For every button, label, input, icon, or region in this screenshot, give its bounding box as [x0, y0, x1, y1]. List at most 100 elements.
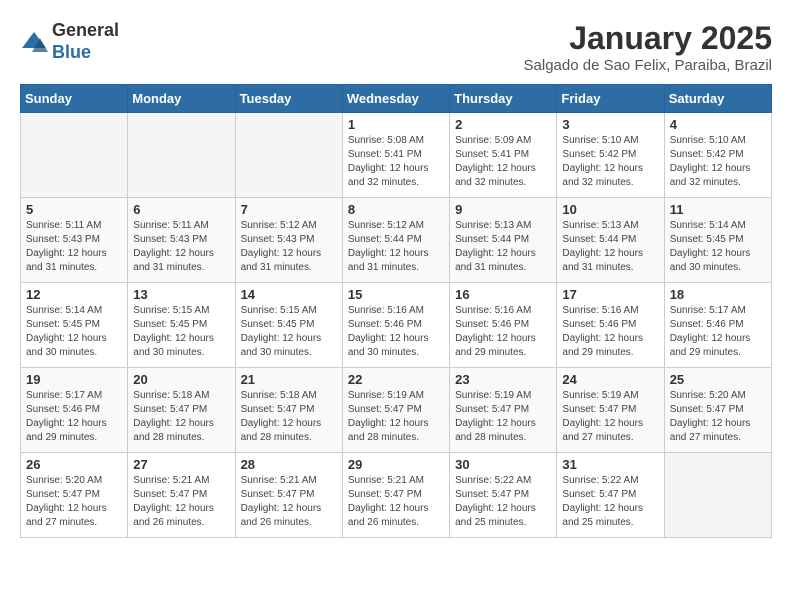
weekday-header-thursday: Thursday: [450, 85, 557, 113]
calendar-cell: [21, 113, 128, 198]
calendar-cell: 4 Sunrise: 5:10 AM Sunset: 5:42 PM Daylig…: [664, 113, 771, 198]
day-number: 20: [133, 372, 229, 387]
location-subtitle: Salgado de Sao Felix, Paraiba, Brazil: [524, 57, 772, 74]
weekday-header-saturday: Saturday: [664, 85, 771, 113]
day-number: 25: [670, 372, 766, 387]
logo-icon: [20, 28, 48, 56]
day-info: Sunrise: 5:16 AM Sunset: 5:46 PM Dayligh…: [455, 304, 551, 360]
day-number: 10: [562, 202, 658, 217]
day-info: Sunrise: 5:10 AM Sunset: 5:42 PM Dayligh…: [562, 134, 658, 190]
day-number: 19: [26, 372, 122, 387]
day-number: 26: [26, 457, 122, 472]
calendar-cell: 22 Sunrise: 5:19 AM Sunset: 5:47 PM Dayli…: [342, 368, 449, 453]
day-info: Sunrise: 5:14 AM Sunset: 5:45 PM Dayligh…: [26, 304, 122, 360]
month-year-title: January 2025: [524, 20, 772, 57]
day-info: Sunrise: 5:14 AM Sunset: 5:45 PM Dayligh…: [670, 219, 766, 275]
day-info: Sunrise: 5:20 AM Sunset: 5:47 PM Dayligh…: [670, 389, 766, 445]
calendar-cell: 19 Sunrise: 5:17 AM Sunset: 5:46 PM Dayli…: [21, 368, 128, 453]
day-info: Sunrise: 5:18 AM Sunset: 5:47 PM Dayligh…: [133, 389, 229, 445]
calendar-cell: 5Sunrise: 5:11 AM Sunset: 5:43 PM Daylig…: [21, 198, 128, 283]
calendar-week-row: 12 Sunrise: 5:14 AM Sunset: 5:45 PM Dayli…: [21, 283, 772, 368]
day-number: 27: [133, 457, 229, 472]
day-number: 29: [348, 457, 444, 472]
calendar-cell: 7 Sunrise: 5:12 AM Sunset: 5:43 PM Daylig…: [235, 198, 342, 283]
day-number: 7: [241, 202, 337, 217]
calendar-cell: 3 Sunrise: 5:10 AM Sunset: 5:42 PM Daylig…: [557, 113, 664, 198]
day-info: Sunrise: 5:17 AM Sunset: 5:46 PM Dayligh…: [670, 304, 766, 360]
day-info: Sunrise: 5:13 AM Sunset: 5:44 PM Dayligh…: [455, 219, 551, 275]
calendar-cell: 2 Sunrise: 5:09 AM Sunset: 5:41 PM Daylig…: [450, 113, 557, 198]
weekday-header-tuesday: Tuesday: [235, 85, 342, 113]
calendar-cell: 11Sunrise: 5:14 AM Sunset: 5:45 PM Dayli…: [664, 198, 771, 283]
calendar-cell: 14 Sunrise: 5:15 AM Sunset: 5:45 PM Dayli…: [235, 283, 342, 368]
day-number: 4: [670, 117, 766, 132]
day-number: 6: [133, 202, 229, 217]
calendar-week-row: 26 Sunrise: 5:20 AM Sunset: 5:47 PM Dayli…: [21, 453, 772, 538]
day-number: 16: [455, 287, 551, 302]
calendar-cell: 6 Sunrise: 5:11 AM Sunset: 5:43 PM Daylig…: [128, 198, 235, 283]
calendar-cell: 24Sunrise: 5:19 AM Sunset: 5:47 PM Dayli…: [557, 368, 664, 453]
day-info: Sunrise: 5:15 AM Sunset: 5:45 PM Dayligh…: [241, 304, 337, 360]
calendar-cell: 30 Sunrise: 5:22 AM Sunset: 5:47 PM Dayli…: [450, 453, 557, 538]
day-info: Sunrise: 5:11 AM Sunset: 5:43 PM Dayligh…: [133, 219, 229, 275]
day-info: Sunrise: 5:16 AM Sunset: 5:46 PM Dayligh…: [348, 304, 444, 360]
day-number: 24: [562, 372, 658, 387]
calendar-cell: 1 Sunrise: 5:08 AM Sunset: 5:41 PM Daylig…: [342, 113, 449, 198]
day-number: 21: [241, 372, 337, 387]
day-number: 2: [455, 117, 551, 132]
day-info: Sunrise: 5:22 AM Sunset: 5:47 PM Dayligh…: [562, 474, 658, 530]
calendar-cell: 20 Sunrise: 5:18 AM Sunset: 5:47 PM Dayli…: [128, 368, 235, 453]
day-number: 12: [26, 287, 122, 302]
day-info: Sunrise: 5:21 AM Sunset: 5:47 PM Dayligh…: [348, 474, 444, 530]
day-number: 14: [241, 287, 337, 302]
day-info: Sunrise: 5:10 AM Sunset: 5:42 PM Dayligh…: [670, 134, 766, 190]
calendar-cell: 13Sunrise: 5:15 AM Sunset: 5:45 PM Dayli…: [128, 283, 235, 368]
day-info: Sunrise: 5:22 AM Sunset: 5:47 PM Dayligh…: [455, 474, 551, 530]
calendar-cell: [128, 113, 235, 198]
calendar-cell: 9 Sunrise: 5:13 AM Sunset: 5:44 PM Daylig…: [450, 198, 557, 283]
day-info: Sunrise: 5:13 AM Sunset: 5:44 PM Dayligh…: [562, 219, 658, 275]
calendar-week-row: 19 Sunrise: 5:17 AM Sunset: 5:46 PM Dayli…: [21, 368, 772, 453]
weekday-header-wednesday: Wednesday: [342, 85, 449, 113]
calendar-week-row: 5Sunrise: 5:11 AM Sunset: 5:43 PM Daylig…: [21, 198, 772, 283]
calendar-cell: [235, 113, 342, 198]
weekday-header-monday: Monday: [128, 85, 235, 113]
day-info: Sunrise: 5:17 AM Sunset: 5:46 PM Dayligh…: [26, 389, 122, 445]
day-info: Sunrise: 5:12 AM Sunset: 5:44 PM Dayligh…: [348, 219, 444, 275]
day-info: Sunrise: 5:11 AM Sunset: 5:43 PM Dayligh…: [26, 219, 122, 275]
day-number: 15: [348, 287, 444, 302]
day-info: Sunrise: 5:12 AM Sunset: 5:43 PM Dayligh…: [241, 219, 337, 275]
calendar-cell: 8 Sunrise: 5:12 AM Sunset: 5:44 PM Daylig…: [342, 198, 449, 283]
day-number: 18: [670, 287, 766, 302]
logo-blue-text: Blue: [52, 42, 91, 62]
calendar-cell: 16 Sunrise: 5:16 AM Sunset: 5:46 PM Dayli…: [450, 283, 557, 368]
day-number: 9: [455, 202, 551, 217]
day-number: 22: [348, 372, 444, 387]
day-info: Sunrise: 5:08 AM Sunset: 5:41 PM Dayligh…: [348, 134, 444, 190]
calendar-cell: [664, 453, 771, 538]
day-number: 13: [133, 287, 229, 302]
calendar-cell: 29 Sunrise: 5:21 AM Sunset: 5:47 PM Dayli…: [342, 453, 449, 538]
weekday-header-sunday: Sunday: [21, 85, 128, 113]
calendar-cell: 17Sunrise: 5:16 AM Sunset: 5:46 PM Dayli…: [557, 283, 664, 368]
calendar-cell: 23Sunrise: 5:19 AM Sunset: 5:47 PM Dayli…: [450, 368, 557, 453]
calendar-cell: 10 Sunrise: 5:13 AM Sunset: 5:44 PM Dayli…: [557, 198, 664, 283]
day-info: Sunrise: 5:09 AM Sunset: 5:41 PM Dayligh…: [455, 134, 551, 190]
day-info: Sunrise: 5:20 AM Sunset: 5:47 PM Dayligh…: [26, 474, 122, 530]
day-number: 3: [562, 117, 658, 132]
calendar-cell: 15 Sunrise: 5:16 AM Sunset: 5:46 PM Dayli…: [342, 283, 449, 368]
calendar-cell: 27Sunrise: 5:21 AM Sunset: 5:47 PM Dayli…: [128, 453, 235, 538]
logo-general-text: General: [52, 20, 119, 40]
day-number: 28: [241, 457, 337, 472]
calendar-cell: 21 Sunrise: 5:18 AM Sunset: 5:47 PM Dayli…: [235, 368, 342, 453]
day-info: Sunrise: 5:19 AM Sunset: 5:47 PM Dayligh…: [348, 389, 444, 445]
day-number: 17: [562, 287, 658, 302]
day-info: Sunrise: 5:18 AM Sunset: 5:47 PM Dayligh…: [241, 389, 337, 445]
day-info: Sunrise: 5:21 AM Sunset: 5:47 PM Dayligh…: [241, 474, 337, 530]
day-number: 30: [455, 457, 551, 472]
calendar-cell: 25 Sunrise: 5:20 AM Sunset: 5:47 PM Dayli…: [664, 368, 771, 453]
day-number: 1: [348, 117, 444, 132]
day-number: 8: [348, 202, 444, 217]
calendar-cell: 18 Sunrise: 5:17 AM Sunset: 5:46 PM Dayli…: [664, 283, 771, 368]
day-number: 23: [455, 372, 551, 387]
